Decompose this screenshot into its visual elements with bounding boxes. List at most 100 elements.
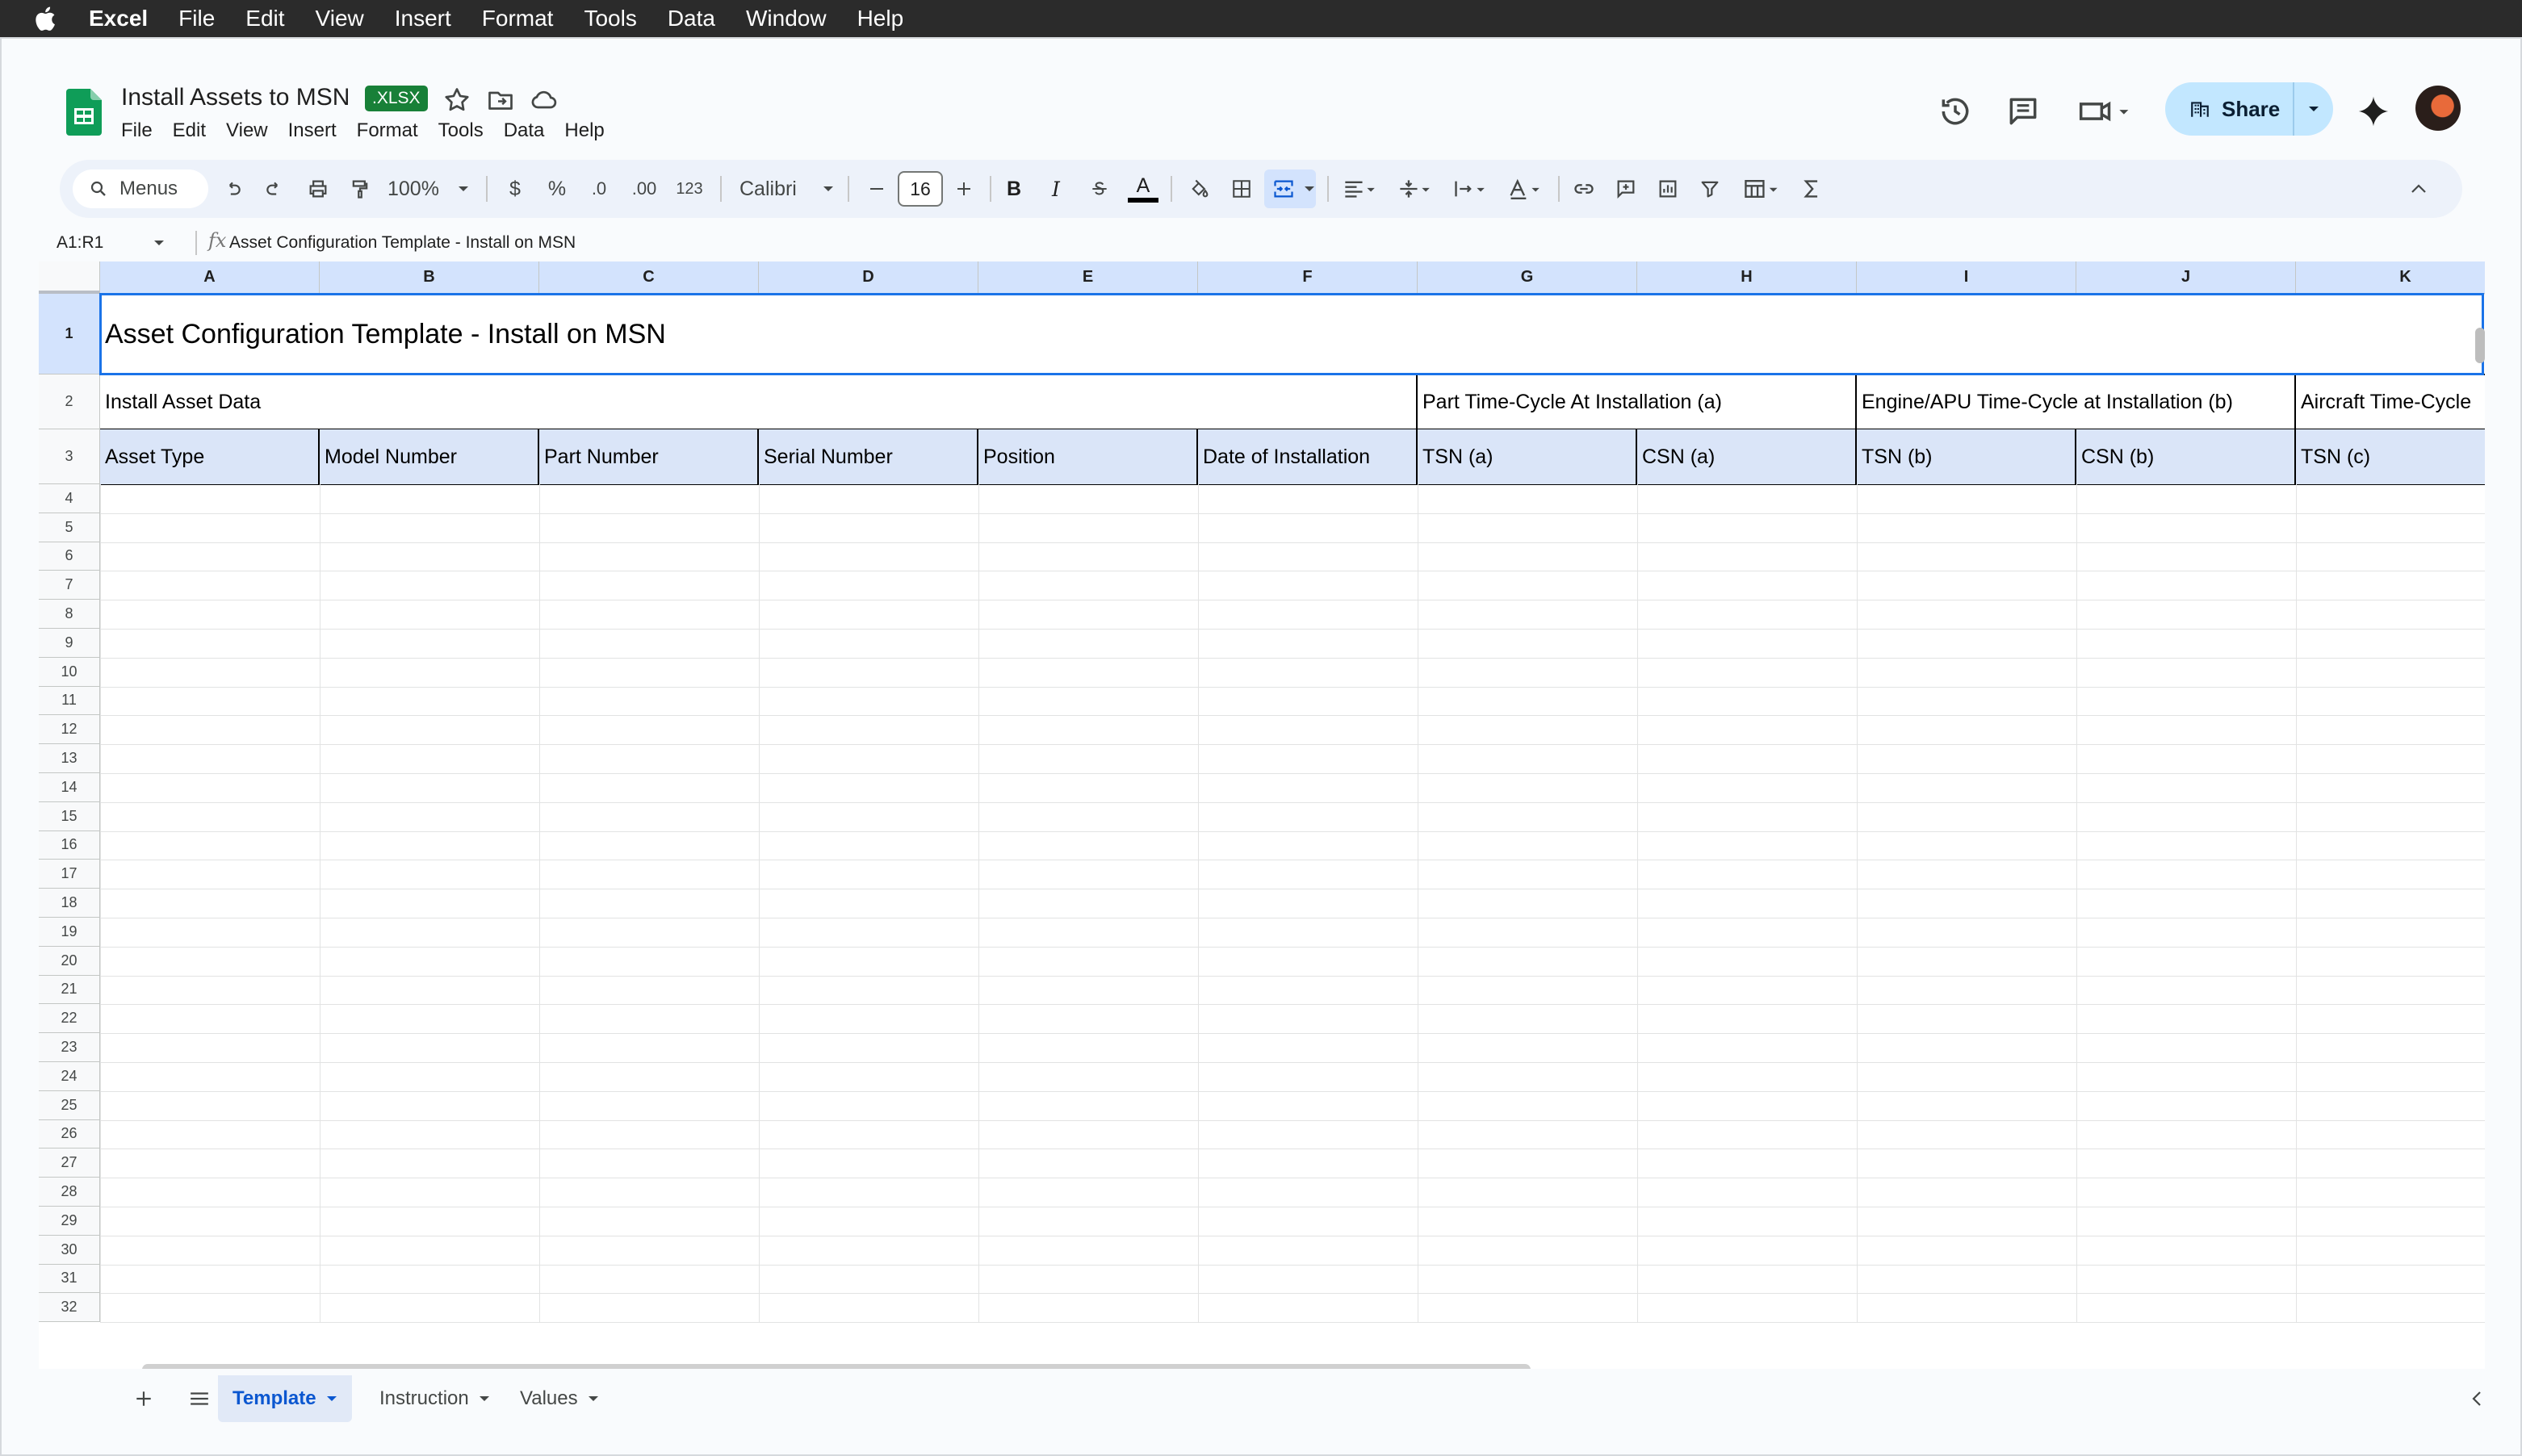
- sheet-tab-values[interactable]: Values: [505, 1375, 614, 1422]
- row-header-25[interactable]: 25: [39, 1090, 100, 1120]
- group-header-engine-apu-time-cycle[interactable]: Engine/APU Time-Cycle at Installation (b…: [1857, 374, 2296, 429]
- undo-button[interactable]: [216, 160, 249, 218]
- column-header-h[interactable]: H: [1637, 261, 1857, 294]
- decrease-decimal-button[interactable]: .0: [581, 160, 617, 218]
- menu-format[interactable]: Format: [357, 119, 418, 142]
- row-header-3[interactable]: 3: [39, 429, 100, 484]
- menu-view[interactable]: View: [226, 119, 268, 142]
- collapse-toolbar-button[interactable]: [2401, 160, 2436, 218]
- row-header-19[interactable]: 19: [39, 918, 100, 947]
- insert-link-button[interactable]: [1566, 160, 1602, 218]
- comments-icon[interactable]: [2005, 94, 2041, 129]
- row-header-32[interactable]: 32: [39, 1293, 100, 1323]
- redo-button[interactable]: [258, 160, 291, 218]
- move-folder-icon[interactable]: [486, 86, 515, 115]
- row-header-1[interactable]: 1: [39, 294, 100, 374]
- column-header-c[interactable]: C: [539, 261, 759, 294]
- text-rotation-button[interactable]: [1500, 160, 1548, 218]
- sheet-tab-template[interactable]: Template: [218, 1375, 352, 1422]
- increase-decimal-button[interactable]: .00: [625, 160, 664, 218]
- os-menu-edit[interactable]: Edit: [245, 6, 284, 31]
- row-header-26[interactable]: 26: [39, 1119, 100, 1149]
- name-box[interactable]: A1:R1: [57, 224, 186, 261]
- text-color-button[interactable]: A: [1124, 160, 1163, 218]
- header-cell-d3[interactable]: Serial Number: [759, 429, 978, 484]
- all-sheets-button[interactable]: [174, 1375, 224, 1422]
- cloud-status-icon[interactable]: [530, 86, 559, 115]
- row-header-10[interactable]: 10: [39, 657, 100, 687]
- sheet-tab-instruction[interactable]: Instruction: [365, 1375, 505, 1422]
- row-header-16[interactable]: 16: [39, 831, 100, 860]
- os-menu-help[interactable]: Help: [857, 6, 904, 31]
- user-avatar[interactable]: [2415, 86, 2461, 131]
- menu-data[interactable]: Tools: [438, 119, 484, 142]
- header-cell-i3[interactable]: TSN (b): [1857, 429, 2076, 484]
- vertical-align-button[interactable]: [1390, 160, 1439, 218]
- row-header-27[interactable]: 27: [39, 1148, 100, 1178]
- row-header-20[interactable]: 20: [39, 946, 100, 976]
- share-button-main[interactable]: Share: [2165, 82, 2294, 136]
- document-title[interactable]: Install Assets to MSN: [121, 84, 350, 111]
- column-header-k[interactable]: K: [2296, 261, 2485, 294]
- menu-insert[interactable]: Insert: [288, 119, 337, 142]
- column-header-d[interactable]: D: [759, 261, 978, 294]
- column-header-f[interactable]: F: [1198, 261, 1418, 294]
- header-cell-e3[interactable]: Position: [978, 429, 1198, 484]
- menu-file[interactable]: File: [121, 119, 153, 142]
- row-header-14[interactable]: 14: [39, 773, 100, 802]
- row-header-15[interactable]: 15: [39, 801, 100, 831]
- column-header-i[interactable]: I: [1857, 261, 2076, 294]
- row-header-9[interactable]: 9: [39, 629, 100, 658]
- fill-color-button[interactable]: [1180, 160, 1219, 218]
- menu-help[interactable]: Help: [564, 119, 604, 142]
- formula-input[interactable]: Asset Configuration Template - Install o…: [229, 224, 576, 261]
- increase-font-size-button[interactable]: [948, 160, 980, 218]
- os-menu-format[interactable]: Format: [482, 6, 554, 31]
- row-header-23[interactable]: 23: [39, 1033, 100, 1062]
- os-menu-file[interactable]: File: [178, 6, 215, 31]
- share-dropdown[interactable]: [2294, 105, 2333, 113]
- vertical-scrollbar[interactable]: [2475, 328, 2485, 363]
- row-header-31[interactable]: 31: [39, 1264, 100, 1294]
- row-header-6[interactable]: 6: [39, 542, 100, 571]
- header-cell-f3[interactable]: Date of Installation: [1198, 429, 1418, 484]
- row-header-24[interactable]: 24: [39, 1062, 100, 1091]
- apple-icon[interactable]: [32, 5, 57, 32]
- group-header-aircraft-time-cycle[interactable]: Aircraft Time-Cycle: [2296, 374, 2485, 429]
- zoom-caret-icon[interactable]: [454, 160, 473, 218]
- bold-button[interactable]: B: [996, 160, 1032, 218]
- meet-video-icon[interactable]: [2076, 94, 2133, 129]
- strikethrough-button[interactable]: [1082, 160, 1117, 218]
- version-history-icon[interactable]: [1938, 94, 1973, 129]
- print-button[interactable]: [300, 160, 336, 218]
- search-menus[interactable]: Menus: [73, 169, 208, 208]
- percent-format-button[interactable]: %: [541, 160, 573, 218]
- text-wrapping-button[interactable]: [1445, 160, 1494, 218]
- os-menu-view[interactable]: View: [316, 6, 364, 31]
- italic-button[interactable]: I: [1038, 160, 1074, 218]
- column-header-j[interactable]: J: [2076, 261, 2296, 294]
- decrease-font-size-button[interactable]: [861, 160, 893, 218]
- horizontal-align-button[interactable]: [1335, 160, 1384, 218]
- merge-cells-button[interactable]: [1267, 160, 1300, 218]
- insert-comment-button[interactable]: [1608, 160, 1644, 218]
- os-menu-tools[interactable]: Tools: [584, 6, 636, 31]
- name-box-caret-icon[interactable]: [153, 239, 165, 247]
- paint-format-button[interactable]: [342, 160, 378, 218]
- header-cell-g3[interactable]: TSN (a): [1418, 429, 1637, 484]
- header-cell-a3[interactable]: Asset Type: [100, 429, 320, 484]
- add-sheet-button[interactable]: [119, 1375, 168, 1422]
- header-cell-j3[interactable]: CSN (b): [2076, 429, 2296, 484]
- os-menu-window[interactable]: Window: [746, 6, 827, 31]
- select-all-corner[interactable]: [39, 261, 100, 294]
- row-header-21[interactable]: 21: [39, 975, 100, 1005]
- gemini-sparkle-icon[interactable]: [2356, 94, 2391, 129]
- row-header-13[interactable]: 13: [39, 744, 100, 773]
- row-header-7[interactable]: 7: [39, 571, 100, 600]
- os-menu-insert[interactable]: Insert: [395, 6, 451, 31]
- column-header-g[interactable]: G: [1418, 261, 1637, 294]
- merge-caret-icon[interactable]: [1300, 160, 1319, 218]
- font-caret-icon[interactable]: [819, 160, 838, 218]
- sheets-logo-icon[interactable]: [66, 89, 102, 136]
- explore-toggle-button[interactable]: [2456, 1375, 2498, 1422]
